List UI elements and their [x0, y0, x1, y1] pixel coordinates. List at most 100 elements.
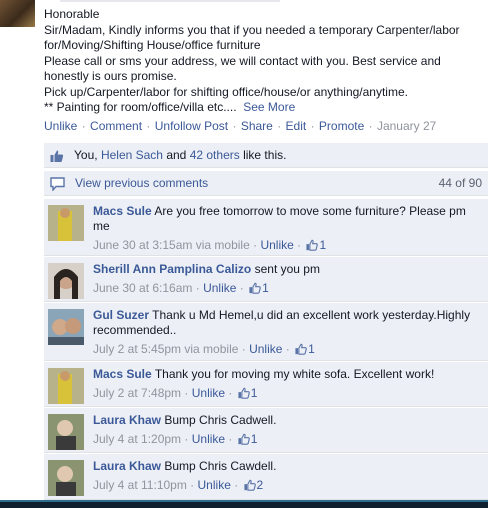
comment-author-link[interactable]: Gul Suzer: [93, 308, 149, 322]
comment-item: Laura Khaw Bump Chris Cawdell. July 4 at…: [44, 454, 488, 500]
comment-timestamp[interactable]: July 2 at 7:48pm: [93, 386, 181, 400]
view-previous-comments-link[interactable]: View previous comments: [75, 171, 208, 196]
post-line: ** Painting for room/office/villa etc...…: [44, 100, 237, 114]
comment-unlike-link[interactable]: Unlike: [260, 238, 293, 252]
comment-like-count[interactable]: 1: [251, 432, 258, 446]
comment-meta: July 2 at 5:45pm via mobile · Unlike · 1: [93, 342, 315, 356]
post-line: Sir/Madam, Kindly informs you that if yo…: [44, 22, 460, 37]
separator: ·: [146, 119, 151, 133]
post-message: Honorable Sir/Madam, Kindly informs you …: [44, 7, 484, 116]
thumbs-up-icon: [243, 479, 256, 491]
comment-meta: July 4 at 1:20pm · Unlike · 1: [93, 432, 258, 446]
thumbs-up-icon: [238, 433, 250, 445]
facebook-post-page: Honorable Sir/Madam, Kindly informs you …: [0, 0, 488, 500]
comment-count: 44 of 90: [438, 176, 482, 190]
comment-body: Laura Khaw Bump Chris Cadwell. July 4 at…: [93, 413, 473, 447]
comment-like-count[interactable]: 2: [257, 478, 264, 492]
view-previous-comments-row[interactable]: View previous comments 44 of 90: [44, 171, 488, 196]
comment-timestamp[interactable]: July 4 at 11:10pm: [93, 478, 187, 492]
unlike-post-link[interactable]: Unlike: [44, 119, 77, 133]
comment-meta: June 30 at 3:15am via mobile · Unlike · …: [93, 238, 327, 252]
comment-unlike-link[interactable]: Unlike: [192, 432, 225, 446]
comment-unlike-link[interactable]: Unlike: [249, 342, 282, 356]
likes-text: You, Helen Sach and 42 others like this.: [74, 143, 286, 168]
separator: ·: [81, 119, 86, 133]
comment-item: Gul Suzer Thank u Md Hemel,u did an exce…: [44, 303, 488, 361]
comment-text: Thank you for moving my white sofa. Exce…: [154, 367, 435, 381]
comment-author-link[interactable]: Laura Khaw: [93, 459, 161, 473]
comment-timestamp[interactable]: June 30 at 6:16am: [93, 281, 192, 295]
commenter-avatar[interactable]: [48, 263, 84, 299]
thumbs-up-icon: [238, 387, 250, 399]
cropped-post-header: [60, 0, 280, 2]
liker-friend-link[interactable]: Helen Sach: [101, 148, 163, 162]
comment-body: Laura Khaw Bump Chris Cawdell. July 4 at…: [93, 459, 473, 493]
see-more-link[interactable]: See More: [243, 100, 295, 114]
comment-body: Gul Suzer Thank u Md Hemel,u did an exce…: [93, 308, 473, 357]
thumbs-up-icon: [306, 239, 319, 251]
likes-you: You,: [74, 148, 98, 162]
post-author-avatar[interactable]: [0, 0, 35, 27]
comment-body: Macs Sule Are you free tomorrow to move …: [93, 204, 473, 253]
comment-timestamp[interactable]: July 2 at 5:45pm via mobile: [93, 342, 238, 356]
commenter-avatar[interactable]: [48, 205, 84, 241]
post-line: Pick up/Carpenter/labor for shifting off…: [44, 84, 408, 99]
separator: ·: [232, 119, 237, 133]
likes-summary: You, Helen Sach and 42 others like this.: [44, 143, 488, 168]
comment-body: Sherill Ann Pamplina Calizo sent you pm …: [93, 262, 473, 296]
post-line: for/Moving/Shifting House/office furnitu…: [44, 38, 261, 52]
thumbs-up-icon: [249, 282, 261, 294]
comment-item: Macs Sule Are you free tomorrow to move …: [44, 199, 488, 256]
comment-meta: July 2 at 7:48pm · Unlike · 1: [93, 386, 258, 400]
post-action-bar: Unlike · Comment · Unfollow Post · Share…: [44, 119, 484, 133]
thumbs-up-icon: [295, 343, 307, 355]
comment-timestamp[interactable]: July 4 at 1:20pm: [93, 432, 181, 446]
separator: ·: [368, 119, 373, 133]
comment-unlike-link[interactable]: Unlike: [192, 386, 225, 400]
post-line-last: ** Painting for room/office/villa etc...…: [44, 100, 484, 116]
feedback-section: You, Helen Sach and 42 others like this.…: [44, 143, 488, 500]
comment-author-link[interactable]: Macs Sule: [93, 204, 152, 218]
promote-link[interactable]: Promote: [319, 119, 364, 133]
post-line: honestly is ours promise.: [44, 69, 177, 83]
comment-item: Sherill Ann Pamplina Calizo sent you pm …: [44, 257, 488, 302]
comment-link[interactable]: Comment: [90, 119, 142, 133]
comment-like-count[interactable]: 1: [251, 386, 258, 400]
comment-timestamp[interactable]: June 30 at 3:15am via mobile: [93, 238, 250, 252]
comment-unlike-link[interactable]: Unlike: [203, 281, 236, 295]
separator: ·: [277, 119, 282, 133]
unfollow-post-link[interactable]: Unfollow Post: [155, 119, 228, 133]
comment-author-link[interactable]: Sherill Ann Pamplina Calizo: [93, 262, 251, 276]
post-line: Honorable: [44, 7, 100, 21]
comment-text: Bump Chris Cadwell.: [164, 413, 277, 427]
edit-link[interactable]: Edit: [286, 119, 307, 133]
comment-list: Macs Sule Are you free tomorrow to move …: [44, 199, 488, 500]
comment-item: Macs Sule Thank you for moving my white …: [44, 362, 488, 407]
comment-item: Laura Khaw Bump Chris Cadwell. July 4 at…: [44, 408, 488, 453]
comment-like-count[interactable]: 1: [262, 281, 269, 295]
comment-text: Bump Chris Cawdell.: [164, 459, 277, 473]
comment-bubble-icon: [50, 177, 65, 191]
comment-meta: July 4 at 11:10pm · Unlike · 2: [93, 478, 264, 492]
likers-others-link[interactable]: 42 others: [190, 148, 240, 162]
window-bottom-bar: [0, 500, 488, 508]
comment-body: Macs Sule Thank you for moving my white …: [93, 367, 473, 401]
comment-like-count[interactable]: 1: [319, 238, 326, 252]
post-date-link[interactable]: January 27: [377, 119, 436, 133]
comment-meta: June 30 at 6:16am · Unlike · 1: [93, 281, 269, 295]
comment-text: Thank u Md Hemel,u did an excellent work…: [93, 308, 471, 337]
commenter-avatar[interactable]: [48, 460, 84, 496]
commenter-avatar[interactable]: [48, 368, 84, 404]
comment-like-count[interactable]: 1: [308, 342, 315, 356]
commenter-avatar[interactable]: [48, 414, 84, 450]
comment-unlike-link[interactable]: Unlike: [198, 478, 231, 492]
likes-and: and: [166, 148, 187, 162]
thumbs-up-icon: [50, 150, 64, 162]
bottom-highlight: [0, 500, 488, 502]
share-link[interactable]: Share: [241, 119, 273, 133]
comment-author-link[interactable]: Macs Sule: [93, 367, 152, 381]
comment-author-link[interactable]: Laura Khaw: [93, 413, 161, 427]
comment-text: sent you pm: [254, 262, 320, 276]
commenter-avatar[interactable]: [48, 309, 84, 345]
likes-suffix: like this.: [243, 148, 287, 162]
